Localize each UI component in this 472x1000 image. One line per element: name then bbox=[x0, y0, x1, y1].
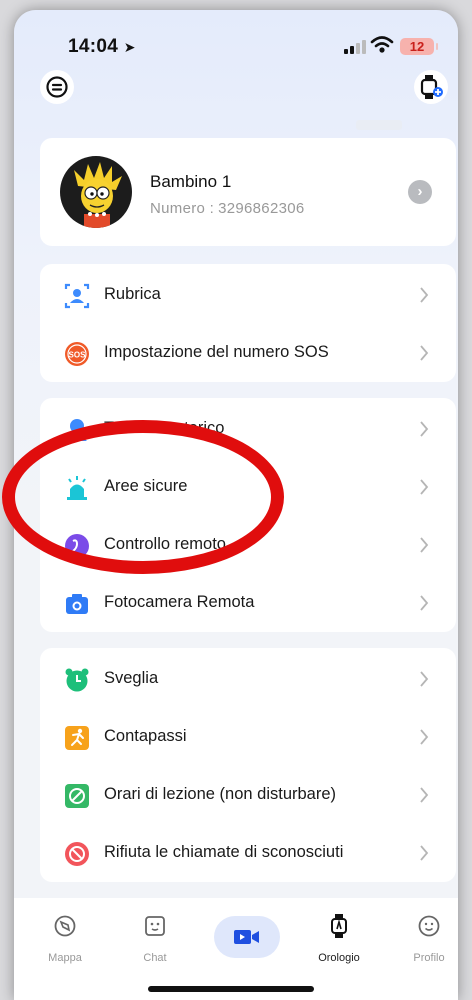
menu-item-history[interactable]: Tracciato storico bbox=[40, 400, 456, 458]
chevron-right-icon bbox=[420, 421, 429, 437]
menu-label: Controllo remoto bbox=[104, 535, 226, 553]
contacts-icon bbox=[64, 283, 90, 309]
menu-label: Impostazione del numero SOS bbox=[104, 343, 329, 361]
wifi-icon bbox=[370, 36, 394, 53]
profile-smile-icon bbox=[418, 915, 440, 937]
tab-profilo[interactable]: Profilo bbox=[394, 912, 458, 964]
location-arrow-icon: ➤ bbox=[123, 39, 136, 55]
menu-item-safe-areas[interactable]: Aree sicure bbox=[40, 458, 456, 516]
menu-label: Aree sicure bbox=[104, 477, 188, 495]
child-name: Bambino 1 bbox=[150, 172, 232, 191]
settings-group-tools: Sveglia Contapassi Orari di lezione (non… bbox=[40, 648, 456, 882]
chevron-right-icon bbox=[420, 671, 429, 687]
menu-item-class-time[interactable]: Orari di lezione (non disturbare) bbox=[40, 766, 456, 824]
battery-icon: 12 bbox=[400, 38, 438, 55]
settings-group-location: Tracciato storico Aree sicure Controllo … bbox=[40, 398, 456, 632]
remote-monitor-icon bbox=[65, 534, 89, 558]
chevron-right-icon bbox=[420, 787, 429, 803]
menu-item-rubrica[interactable]: Rubrica bbox=[40, 266, 456, 324]
menu-label: Tracciato storico bbox=[104, 419, 225, 437]
menu-label: Orari di lezione (non disturbare) bbox=[104, 785, 337, 803]
chevron-right-icon bbox=[420, 287, 429, 303]
child-number: Numero :3296862306 bbox=[150, 200, 305, 217]
chevron-right-icon bbox=[420, 729, 429, 745]
tab-orologio[interactable]: Orologio bbox=[304, 912, 374, 964]
tab-mappa[interactable]: Mappa bbox=[30, 912, 100, 964]
menu-item-pedometer[interactable]: Contapassi bbox=[40, 708, 456, 766]
chevron-right-icon[interactable]: › bbox=[408, 180, 432, 204]
pedometer-icon bbox=[65, 726, 89, 750]
status-bar: 14:04 ➤ 12 bbox=[14, 32, 458, 62]
status-time: 14:04 ➤ bbox=[68, 36, 136, 57]
chevron-right-icon bbox=[420, 479, 429, 495]
phone-screen: 14:04 ➤ 12 Bambino 1 Numero: 3296862306… bbox=[14, 10, 458, 1000]
video-call-button[interactable] bbox=[214, 916, 280, 958]
map-compass-icon bbox=[54, 915, 76, 937]
menu-item-alarm[interactable]: Sveglia bbox=[40, 650, 456, 708]
menu-label: Rifiuta le chiamate di sconosciuti bbox=[104, 843, 344, 861]
sos-icon: SOS bbox=[65, 342, 89, 366]
history-track-icon bbox=[67, 419, 87, 441]
watch-icon bbox=[331, 914, 347, 938]
alarm-icon bbox=[65, 668, 89, 692]
menu-label: Contapassi bbox=[104, 727, 187, 745]
tab-chat[interactable]: Chat bbox=[120, 912, 190, 964]
menu-item-sos[interactable]: SOS Impostazione del numero SOS bbox=[40, 324, 456, 382]
home-indicator bbox=[148, 986, 314, 992]
chevron-right-icon bbox=[420, 595, 429, 611]
menu-label: Fotocamera Remota bbox=[104, 593, 255, 611]
safe-area-icon bbox=[67, 476, 87, 500]
menu-label: Rubrica bbox=[104, 285, 161, 303]
settings-group-contacts: Rubrica SOS Impostazione del numero SOS bbox=[40, 264, 456, 382]
chat-icon bbox=[145, 916, 165, 936]
drag-handle bbox=[356, 120, 402, 130]
chevron-right-icon bbox=[420, 845, 429, 861]
watch-add-icon[interactable] bbox=[414, 70, 448, 104]
reject-call-icon bbox=[65, 842, 89, 866]
child-profile-card[interactable]: Bambino 1 Numero :3296862306 › bbox=[40, 138, 456, 246]
menu-item-remote-camera[interactable]: Fotocamera Remota bbox=[40, 574, 456, 632]
menu-item-reject-calls[interactable]: Rifiuta le chiamate di sconosciuti bbox=[40, 824, 456, 882]
avatar bbox=[60, 156, 132, 228]
menu-label: Sveglia bbox=[104, 669, 159, 687]
tab-label: Mappa bbox=[48, 952, 82, 964]
menu-circle-icon[interactable] bbox=[40, 70, 74, 104]
menu-item-remote-control[interactable]: Controllo remoto bbox=[40, 516, 456, 574]
bottom-tab-bar: Mappa Chat Orologio Profilo bbox=[14, 898, 458, 1000]
tab-label: Orologio bbox=[318, 952, 360, 964]
svg-text:SOS: SOS bbox=[69, 351, 87, 360]
chevron-right-icon bbox=[420, 537, 429, 553]
class-time-icon bbox=[65, 784, 89, 808]
tab-label: Chat bbox=[143, 952, 167, 964]
signal-icon bbox=[344, 40, 366, 54]
chevron-right-icon bbox=[420, 345, 429, 361]
video-camera-icon bbox=[234, 930, 259, 944]
camera-icon bbox=[66, 594, 88, 614]
tab-label: Profilo bbox=[413, 952, 445, 964]
